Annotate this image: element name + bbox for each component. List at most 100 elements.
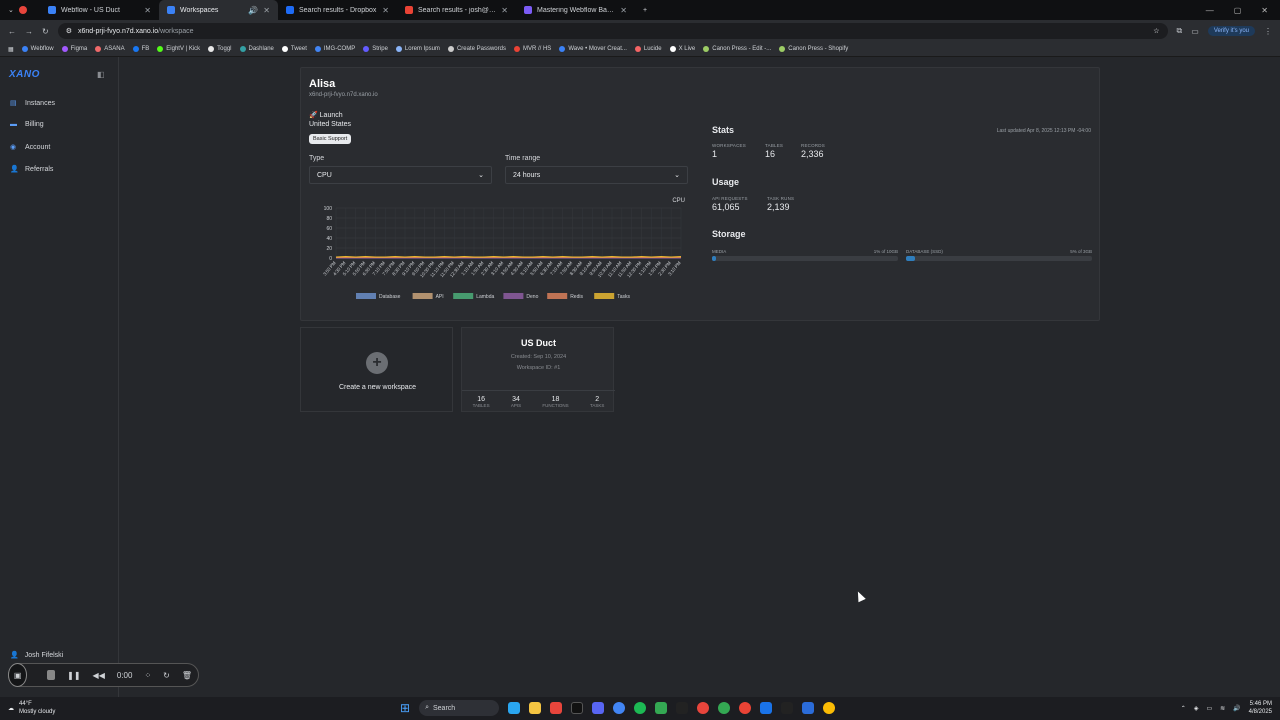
tab-workspaces[interactable]: Workspaces 🔊 ✕	[159, 0, 278, 20]
workspace-stat-functions: 18 FUNCTIONS	[542, 396, 568, 408]
close-icon[interactable]: ✕	[263, 6, 270, 15]
maximize-icon[interactable]: ▢	[1234, 6, 1242, 15]
bookmark-item[interactable]: X Live	[669, 46, 695, 52]
close-icon[interactable]: ✕	[382, 6, 389, 15]
bookmark-item[interactable]: Canon Press - Edit -...	[703, 46, 771, 52]
restart-icon[interactable]: ↻	[163, 671, 170, 680]
tab-dropbox[interactable]: Search results - Dropbox ✕	[278, 0, 397, 20]
extensions-icon[interactable]: ⧉	[1177, 26, 1183, 36]
grid-icon[interactable]: ⁘	[144, 671, 151, 680]
tab-gmail[interactable]: Search results - josh@movercr ✕	[397, 0, 516, 20]
sidebar-item-billing[interactable]: ▬ Billing	[10, 121, 44, 128]
close-window-icon[interactable]: ✕	[1261, 6, 1268, 15]
chart-title: CPU	[672, 198, 685, 204]
cast-icon[interactable]: ▭	[1191, 27, 1199, 36]
bookmark-item[interactable]: Canon Press - Shopify	[779, 46, 848, 52]
site-info-icon[interactable]: ⚙	[66, 27, 72, 35]
close-icon[interactable]: ✕	[501, 6, 508, 15]
wifi-icon[interactable]: ≋	[1220, 705, 1225, 712]
bookmark-item[interactable]: Webflow	[21, 46, 54, 52]
star-icon[interactable]: ☆	[1153, 27, 1159, 35]
speaker-icon[interactable]: 🔊	[248, 6, 258, 15]
notes-icon[interactable]	[760, 702, 773, 714]
app-icon[interactable]	[676, 702, 689, 714]
tab-title: Mastering Webflow Basics	[537, 6, 616, 14]
clock[interactable]: 5:46 PM 4/8/2025	[1249, 700, 1272, 716]
bookmark-item[interactable]: Tweet	[281, 46, 307, 52]
file-explorer-icon[interactable]	[529, 702, 542, 714]
bookmark-item[interactable]: Toggl	[208, 46, 232, 52]
location-icon[interactable]: ◈	[1194, 705, 1199, 712]
time-range-select[interactable]: 24 hours ⌄	[505, 166, 688, 184]
bookmark-item[interactable]: Lorem Ipsum	[395, 46, 440, 52]
legend-label: Redis	[570, 294, 583, 300]
collapse-sidebar-icon[interactable]: ◧	[97, 70, 105, 79]
trash-icon[interactable]: 🗑	[182, 671, 192, 680]
y-tick-label: 60	[326, 226, 332, 232]
recorder-app-icon[interactable]	[550, 702, 563, 714]
sidebar-item-instances[interactable]: ▤ Instances	[10, 99, 55, 108]
tab-search-menu[interactable]: ⌄	[0, 0, 40, 20]
instance-name: Alisa	[309, 78, 336, 90]
reload-icon[interactable]: ↻	[42, 27, 49, 36]
chrome-icon[interactable]	[613, 702, 626, 714]
weather-widget[interactable]: ☁ 44°F Mostly cloudy	[8, 700, 55, 716]
workspace-stat-value: 18	[551, 395, 560, 403]
app-icon[interactable]	[802, 702, 815, 714]
verify-button[interactable]: Verify it's you	[1207, 26, 1255, 36]
menu-icon[interactable]: ⋮	[1264, 27, 1272, 36]
sidebar-item-referrals[interactable]: 👤 Referrals	[10, 165, 53, 174]
discord-icon[interactable]	[592, 702, 605, 714]
workspace-card[interactable]: US Duct Created: Sep 10, 2024 Workspace …	[461, 327, 615, 412]
bookmark-item[interactable]: Figma	[61, 46, 87, 52]
bookmark-item[interactable]: Create Passwords	[447, 46, 506, 52]
chrome-profile-icon[interactable]	[718, 702, 731, 714]
bookmark-item[interactable]: Wave • Mover Creat...	[559, 46, 627, 52]
chevron-up-icon[interactable]: ⌃	[1181, 705, 1186, 712]
pause-icon[interactable]: ❚❚	[67, 671, 80, 680]
tab-webflow[interactable]: Webflow - US Duct ✕	[40, 0, 159, 20]
minimize-icon[interactable]: —	[1206, 6, 1214, 15]
instance-host[interactable]: x6nd-prji-fvyo.n7d.xano.io	[309, 92, 378, 98]
close-icon[interactable]: ✕	[620, 6, 627, 15]
display-icon[interactable]: ▭	[1206, 705, 1212, 712]
user-menu[interactable]: 👤 Josh Fifelski	[10, 651, 63, 660]
storage-fill	[906, 256, 916, 261]
create-workspace-card[interactable]: + Create a new workspace	[300, 327, 453, 412]
app-icon[interactable]	[781, 702, 794, 714]
record-icon	[18, 6, 27, 14]
volume-icon[interactable]: 🔊	[1233, 705, 1240, 712]
chrome-profile-icon[interactable]	[697, 702, 710, 714]
bookmark-item[interactable]: MVR // HS	[513, 46, 551, 52]
sidebar-item-account[interactable]: ◉ Account	[10, 143, 50, 152]
app-icon[interactable]	[571, 702, 584, 714]
app-icon[interactable]	[739, 702, 752, 714]
legend-swatch	[594, 293, 615, 299]
rewind-icon[interactable]: ◀◀	[93, 671, 105, 680]
bookmark-item[interactable]: Lucide	[634, 46, 662, 52]
app-icon[interactable]	[655, 702, 668, 714]
bookmark-item[interactable]: Stripe	[363, 46, 388, 52]
chrome-icon[interactable]	[823, 702, 836, 714]
bookmark-item[interactable]: Dashlane	[239, 46, 274, 52]
back-icon[interactable]: ←	[8, 27, 16, 36]
legend-label: Tasks	[617, 294, 630, 300]
type-select[interactable]: CPU ⌄	[309, 166, 492, 184]
forward-icon[interactable]: →	[25, 27, 33, 36]
bookmark-item[interactable]: EightV | Kick	[157, 46, 200, 52]
copilot-icon[interactable]	[508, 702, 521, 714]
url-field[interactable]: ⚙ x6nd-prji-fvyo.n7d.xano.io/workspace ☆	[57, 23, 1168, 39]
tab-mastering-webflow[interactable]: Mastering Webflow Basics ✕	[516, 0, 635, 20]
windows-start-icon[interactable]: ⊞	[400, 701, 410, 715]
bookmark-item[interactable]: IMG-COMP	[314, 46, 355, 52]
stop-icon[interactable]	[47, 670, 56, 680]
bookmark-item[interactable]: ASANA	[95, 46, 125, 52]
spotify-icon[interactable]	[634, 702, 647, 714]
close-icon[interactable]: ✕	[144, 6, 151, 15]
camera-icon[interactable]: ▣	[8, 663, 28, 687]
taskbar-search[interactable]: ⌕ Search	[419, 700, 500, 716]
new-tab-button[interactable]: +	[635, 0, 655, 20]
apps-icon[interactable]: ▦	[8, 46, 14, 53]
xano-logo[interactable]: XANO	[9, 69, 40, 80]
bookmark-item[interactable]: FB	[132, 46, 149, 52]
